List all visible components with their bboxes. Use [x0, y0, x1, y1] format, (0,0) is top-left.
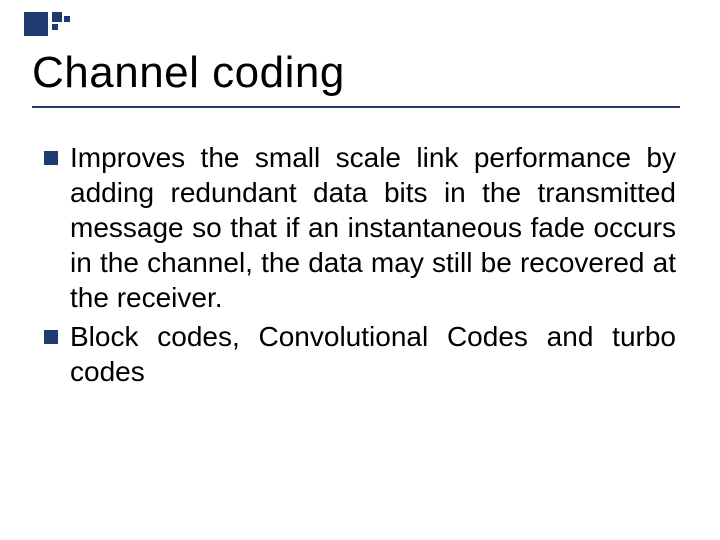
- bullet-text: Improves the small scale link performanc…: [70, 140, 676, 315]
- deco-square-tiny: [64, 16, 70, 22]
- title-underline: [32, 106, 680, 108]
- bullet-item: Improves the small scale link performanc…: [44, 140, 676, 315]
- deco-square-small: [52, 12, 62, 22]
- deco-square-large: [24, 12, 48, 36]
- corner-decoration: [24, 12, 70, 36]
- slide-title: Channel coding: [32, 48, 345, 98]
- slide-content: Improves the small scale link performanc…: [44, 140, 676, 393]
- bullet-item: Block codes, Convolutional Codes and tur…: [44, 319, 676, 389]
- bullet-square-icon: [44, 151, 58, 165]
- bullet-square-icon: [44, 330, 58, 344]
- deco-square-tiny: [52, 24, 58, 30]
- bullet-text: Block codes, Convolutional Codes and tur…: [70, 319, 676, 389]
